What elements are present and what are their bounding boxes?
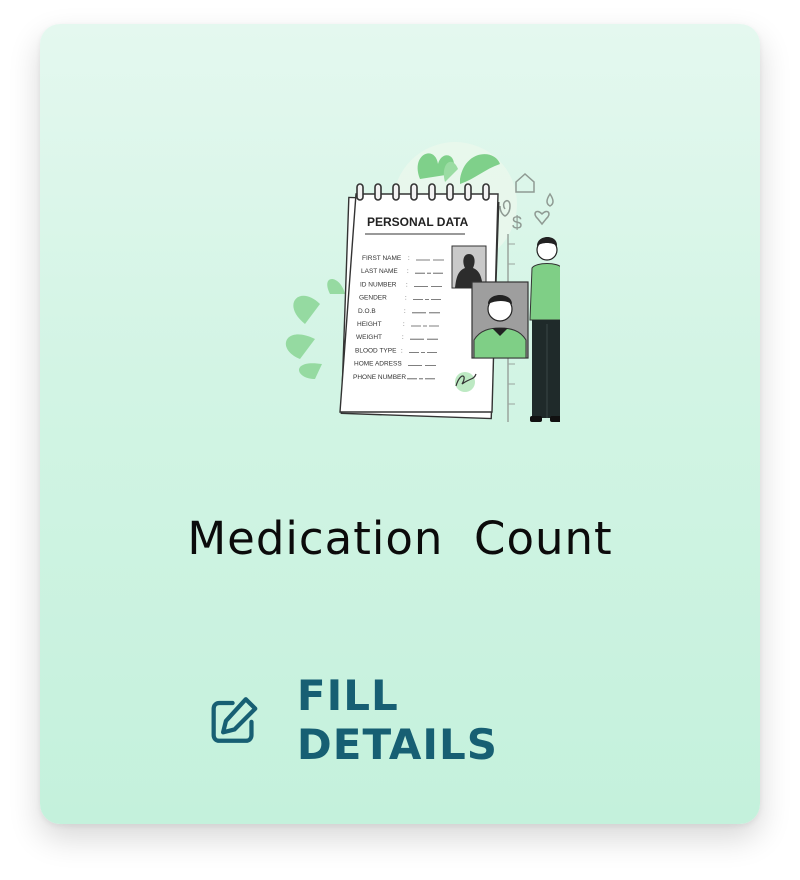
form-field-label: D.O.B xyxy=(358,308,376,315)
form-field-label: BLOOD TYPE xyxy=(355,347,397,354)
fill-details-label: FILL DETAILS xyxy=(296,671,499,769)
form-field-label: ID NUMBER xyxy=(360,281,397,288)
form-field-label: HOME ADRESS xyxy=(354,361,402,368)
medication-count-card[interactable]: $ PERSONAL DATA FIRST NAME: LAST NAME: ID … xyxy=(40,24,760,824)
edit-icon xyxy=(211,697,258,743)
fill-details-button[interactable]: FILL DETAILS xyxy=(208,671,598,769)
svg-text:PERSONAL DATA: PERSONAL DATA xyxy=(367,215,469,229)
form-field-label: FIRST NAME xyxy=(362,255,402,262)
form-field-label: HEIGHT xyxy=(357,321,382,328)
svg-text:$: $ xyxy=(512,213,522,233)
form-field-label: WEIGHT xyxy=(356,334,382,341)
form-field-label: LAST NAME xyxy=(361,268,398,275)
form-field-label: GENDER xyxy=(359,295,387,302)
card-title: Medication Count xyxy=(187,512,613,565)
personal-data-illustration: $ PERSONAL DATA FIRST NAME:LAST NAME:ID … xyxy=(285,142,560,422)
